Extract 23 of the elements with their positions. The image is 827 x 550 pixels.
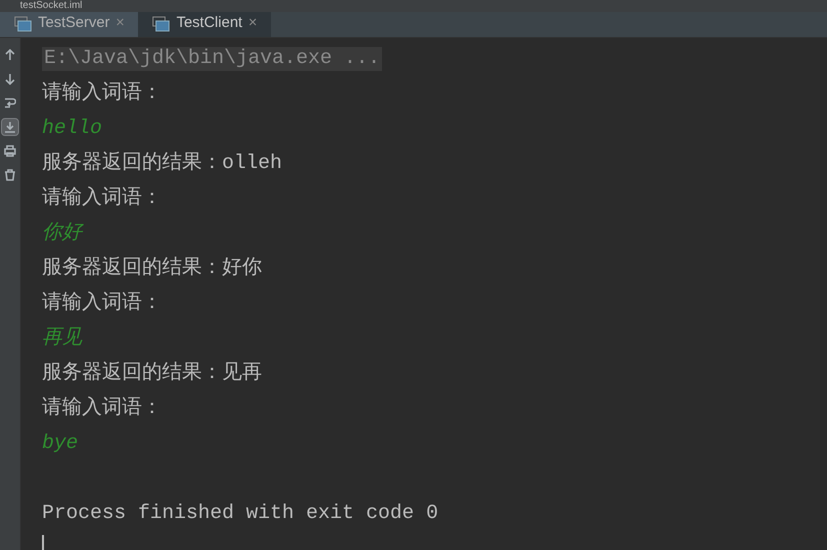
tab-label: TestServer xyxy=(38,13,110,34)
input-line: bye xyxy=(42,432,78,456)
output-line: 服务器返回的结果：olleh xyxy=(42,152,282,176)
input-line: hello xyxy=(42,116,102,140)
scroll-to-end-icon[interactable] xyxy=(1,118,19,136)
close-icon[interactable]: × xyxy=(248,12,258,35)
output-line: Process finished with exit code 0 xyxy=(42,502,438,526)
window-icon xyxy=(152,16,170,32)
close-icon[interactable]: × xyxy=(116,12,124,35)
window-icon xyxy=(14,16,32,32)
file-name: testSocket.iml xyxy=(20,0,82,12)
output-line: 服务器返回的结果：见再 xyxy=(42,362,262,386)
output-line: 服务器返回的结果：好你 xyxy=(42,256,262,280)
input-line: 再见 xyxy=(42,326,82,350)
output-line: 请输入词语： xyxy=(42,186,162,210)
tab-label: TestClient xyxy=(176,13,242,34)
output-line: 请输入词语： xyxy=(42,396,162,420)
input-line: 你好 xyxy=(42,222,82,246)
output-line: 请输入词语： xyxy=(42,292,162,316)
output-line: 请输入词语： xyxy=(42,82,162,106)
console-tab[interactable]: TestServer × xyxy=(0,12,138,37)
console-tab[interactable]: TestClient × xyxy=(138,12,272,37)
print-icon[interactable] xyxy=(1,142,19,160)
